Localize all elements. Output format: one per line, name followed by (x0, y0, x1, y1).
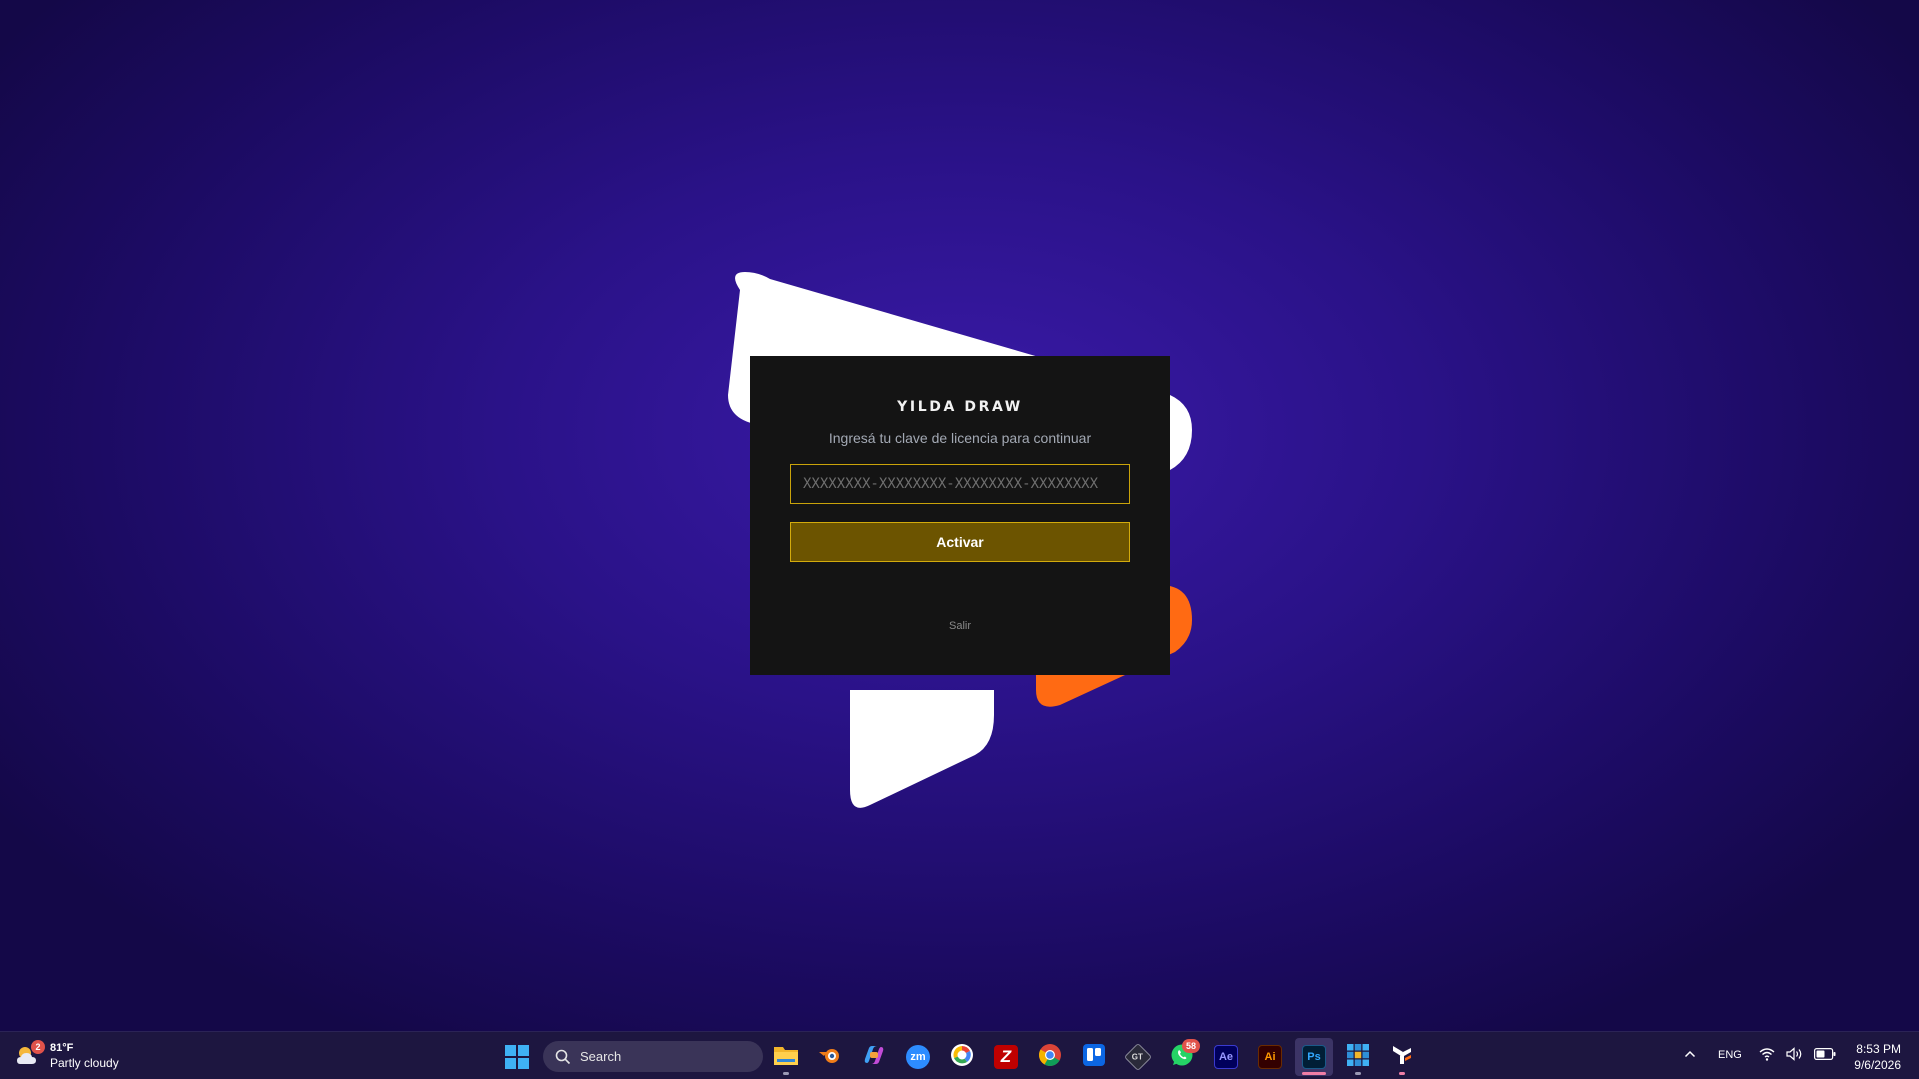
whatsapp-notification-badge: 58 (1182, 1039, 1200, 1053)
language-indicator[interactable]: ENG (1718, 1049, 1742, 1061)
taskbar-app-zoom[interactable]: zm (899, 1038, 937, 1076)
photoshop-icon: Ps (1302, 1045, 1326, 1069)
dialog-subtitle: Ingresá tu clave de licencia para contin… (828, 430, 1092, 446)
taskbar-app-gt[interactable]: GT (1119, 1038, 1157, 1076)
google-app-icon (950, 1043, 974, 1072)
taskbar-app-chrome[interactable] (1031, 1038, 1069, 1076)
wifi-icon[interactable] (1759, 1047, 1775, 1064)
license-dialog: YILDA DRAW Ingresá tu clave de licencia … (750, 356, 1170, 675)
taskbar: 2 81°F Partly cloudy Search zm Z GT 58 A… (0, 1031, 1919, 1079)
taskbar-app-file-explorer[interactable] (767, 1038, 805, 1076)
taskbar-app-yilda-draw[interactable] (1383, 1038, 1421, 1076)
gt-app-icon: GT (1123, 1042, 1153, 1072)
partly-cloudy-icon: 2 (14, 1040, 45, 1070)
grid-app-icon (1346, 1043, 1370, 1072)
file-explorer-icon (773, 1044, 799, 1071)
weather-description: Partly cloudy (50, 1056, 119, 1070)
exit-link[interactable]: Salir (949, 620, 971, 632)
desktop: YILDA DRAW Ingresá tu clave de licencia … (0, 0, 1919, 1031)
taskbar-app-whatsapp[interactable]: 58 (1163, 1038, 1201, 1076)
taskbar-app-google[interactable] (943, 1038, 981, 1076)
clock-date: 9/6/2026 (1854, 1058, 1901, 1072)
taskbar-app-photoshop[interactable]: Ps (1295, 1038, 1333, 1076)
zoom-icon: zm (906, 1045, 930, 1069)
after-effects-icon: Ae (1214, 1045, 1238, 1069)
license-key-input[interactable] (790, 464, 1130, 504)
taskbar-app-trello[interactable] (1075, 1038, 1113, 1076)
volume-icon[interactable] (1786, 1047, 1804, 1064)
activate-button[interactable]: Activar (790, 522, 1130, 562)
clock-time: 8:53 PM (1856, 1042, 1901, 1056)
taskbar-clock[interactable]: 8:53 PM 9/6/2026 (1854, 1041, 1901, 1073)
blender-icon (818, 1043, 842, 1072)
taskbar-app-filezilla[interactable]: Z (987, 1038, 1025, 1076)
taskbar-app-blender[interactable] (811, 1038, 849, 1076)
copilot-icon (862, 1043, 886, 1072)
dialog-title: YILDA DRAW (897, 399, 1023, 415)
taskbar-app-illustrator[interactable]: Ai (1251, 1038, 1289, 1076)
chrome-icon (1038, 1043, 1062, 1072)
weather-widget[interactable]: 2 81°F Partly cloudy (14, 1038, 119, 1074)
filezilla-icon: Z (994, 1045, 1018, 1069)
taskbar-app-after-effects[interactable]: Ae (1207, 1038, 1245, 1076)
weather-badge: 2 (31, 1040, 45, 1054)
weather-temperature: 81°F (50, 1042, 74, 1054)
taskbar-search[interactable]: Search (543, 1041, 763, 1072)
battery-icon[interactable] (1814, 1048, 1836, 1063)
search-label: Search (580, 1049, 622, 1064)
windows-start-icon[interactable] (504, 1044, 530, 1070)
taskbar-app-copilot[interactable] (855, 1038, 893, 1076)
show-hidden-icons-chevron-up-icon[interactable] (1684, 1048, 1696, 1063)
trello-icon (1083, 1043, 1105, 1071)
taskbar-app-grid[interactable] (1339, 1038, 1377, 1076)
yilda-draw-icon (1390, 1043, 1414, 1072)
search-icon (555, 1049, 571, 1064)
illustrator-icon: Ai (1258, 1045, 1282, 1069)
